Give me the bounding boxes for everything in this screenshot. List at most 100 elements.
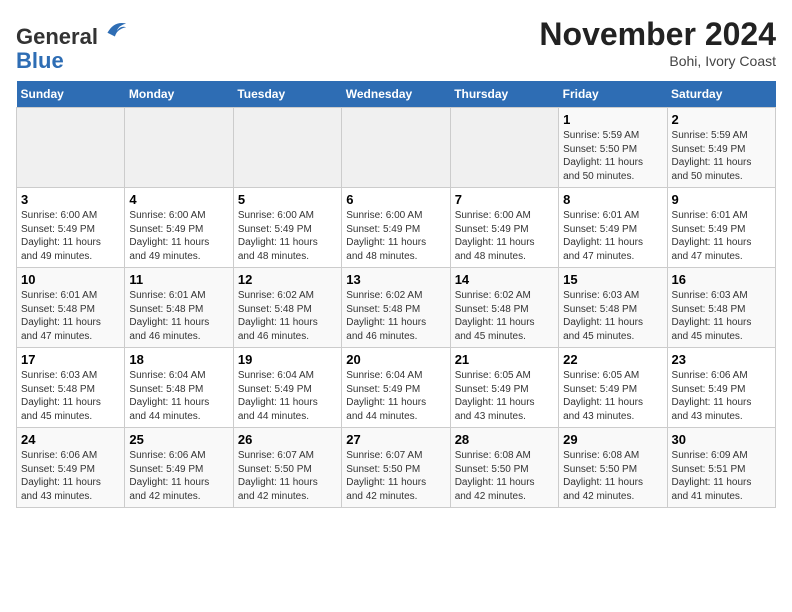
calendar-cell: 15Sunrise: 6:03 AM Sunset: 5:48 PM Dayli… bbox=[559, 268, 667, 348]
day-info: Sunrise: 6:00 AM Sunset: 5:49 PM Dayligh… bbox=[21, 209, 120, 263]
calendar-cell: 2 Sunrise: 5:59 AM Sunset: 5:49 PM Daylig… bbox=[667, 108, 775, 188]
calendar-cell: 6Sunrise: 6:00 AM Sunset: 5:49 PM Daylig… bbox=[342, 188, 450, 268]
day-info: Sunrise: 6:05 AM Sunset: 5:49 PM Dayligh… bbox=[563, 369, 662, 423]
day-info: Sunrise: 6:01 AM Sunset: 5:48 PM Dayligh… bbox=[129, 289, 228, 343]
day-number: 1 bbox=[563, 112, 662, 127]
day-number: 2 bbox=[672, 112, 771, 127]
calendar-cell: 9Sunrise: 6:01 AM Sunset: 5:49 PM Daylig… bbox=[667, 188, 775, 268]
day-info: Sunrise: 6:06 AM Sunset: 5:49 PM Dayligh… bbox=[672, 369, 771, 423]
day-info: Sunrise: 6:07 AM Sunset: 5:50 PM Dayligh… bbox=[238, 449, 337, 503]
calendar-cell: 18 Sunrise: 6:04 AM Sunset: 5:48 PM Dayli… bbox=[125, 348, 233, 428]
calendar-cell: 14 Sunrise: 6:02 AM Sunset: 5:48 PM Dayli… bbox=[450, 268, 558, 348]
day-info: Sunrise: 6:03 AM Sunset: 5:48 PM Dayligh… bbox=[563, 289, 662, 343]
day-number: 23 bbox=[672, 352, 771, 367]
day-info: Sunrise: 6:09 AM Sunset: 5:51 PM Dayligh… bbox=[672, 449, 771, 503]
calendar-cell bbox=[342, 108, 450, 188]
day-info: Sunrise: 6:06 AM Sunset: 5:49 PM Dayligh… bbox=[129, 449, 228, 503]
day-number: 7 bbox=[455, 192, 554, 207]
day-number: 14 bbox=[455, 272, 554, 287]
calendar-cell: 4 Sunrise: 6:00 AM Sunset: 5:49 PM Daylig… bbox=[125, 188, 233, 268]
day-number: 18 bbox=[129, 352, 228, 367]
day-number: 13 bbox=[346, 272, 445, 287]
calendar-cell: 12 Sunrise: 6:02 AM Sunset: 5:48 PM Dayli… bbox=[233, 268, 341, 348]
day-number: 17 bbox=[21, 352, 120, 367]
calendar-cell: 11 Sunrise: 6:01 AM Sunset: 5:48 PM Dayli… bbox=[125, 268, 233, 348]
day-info: Sunrise: 5:59 AM Sunset: 5:49 PM Dayligh… bbox=[672, 129, 771, 183]
weekday-header-saturday: Saturday bbox=[667, 81, 775, 108]
day-number: 8 bbox=[563, 192, 662, 207]
day-info: Sunrise: 6:04 AM Sunset: 5:48 PM Dayligh… bbox=[129, 369, 228, 423]
calendar-cell: 28 Sunrise: 6:08 AM Sunset: 5:50 PM Dayli… bbox=[450, 428, 558, 508]
day-number: 26 bbox=[238, 432, 337, 447]
day-number: 6 bbox=[346, 192, 445, 207]
day-info: Sunrise: 6:04 AM Sunset: 5:49 PM Dayligh… bbox=[346, 369, 445, 423]
weekday-header-sunday: Sunday bbox=[17, 81, 125, 108]
day-info: Sunrise: 6:02 AM Sunset: 5:48 PM Dayligh… bbox=[238, 289, 337, 343]
calendar-cell: 21 Sunrise: 6:05 AM Sunset: 5:49 PM Dayli… bbox=[450, 348, 558, 428]
page-header: General Blue November 2024 Bohi, Ivory C… bbox=[16, 16, 776, 73]
calendar-cell: 17Sunrise: 6:03 AM Sunset: 5:48 PM Dayli… bbox=[17, 348, 125, 428]
calendar-cell bbox=[17, 108, 125, 188]
calendar-cell: 5 Sunrise: 6:00 AM Sunset: 5:49 PM Daylig… bbox=[233, 188, 341, 268]
calendar-week-5: 24Sunrise: 6:06 AM Sunset: 5:49 PM Dayli… bbox=[17, 428, 776, 508]
calendar-cell: 1 Sunrise: 5:59 AM Sunset: 5:50 PM Daylig… bbox=[559, 108, 667, 188]
calendar-cell: 27Sunrise: 6:07 AM Sunset: 5:50 PM Dayli… bbox=[342, 428, 450, 508]
day-number: 10 bbox=[21, 272, 120, 287]
calendar-cell: 29 Sunrise: 6:08 AM Sunset: 5:50 PM Dayli… bbox=[559, 428, 667, 508]
day-number: 25 bbox=[129, 432, 228, 447]
calendar-week-4: 17Sunrise: 6:03 AM Sunset: 5:48 PM Dayli… bbox=[17, 348, 776, 428]
month-title: November 2024 bbox=[539, 16, 776, 53]
day-number: 12 bbox=[238, 272, 337, 287]
location: Bohi, Ivory Coast bbox=[539, 53, 776, 69]
day-info: Sunrise: 6:00 AM Sunset: 5:49 PM Dayligh… bbox=[129, 209, 228, 263]
day-info: Sunrise: 6:02 AM Sunset: 5:48 PM Dayligh… bbox=[455, 289, 554, 343]
day-info: Sunrise: 6:08 AM Sunset: 5:50 PM Dayligh… bbox=[455, 449, 554, 503]
day-number: 16 bbox=[672, 272, 771, 287]
day-info: Sunrise: 6:01 AM Sunset: 5:48 PM Dayligh… bbox=[21, 289, 120, 343]
calendar-cell: 7Sunrise: 6:00 AM Sunset: 5:49 PM Daylig… bbox=[450, 188, 558, 268]
day-info: Sunrise: 6:06 AM Sunset: 5:49 PM Dayligh… bbox=[21, 449, 120, 503]
calendar-body: 1 Sunrise: 5:59 AM Sunset: 5:50 PM Daylig… bbox=[17, 108, 776, 508]
weekday-header-thursday: Thursday bbox=[450, 81, 558, 108]
weekday-header-friday: Friday bbox=[559, 81, 667, 108]
day-info: Sunrise: 6:07 AM Sunset: 5:50 PM Dayligh… bbox=[346, 449, 445, 503]
calendar-cell: 13 Sunrise: 6:02 AM Sunset: 5:48 PM Dayli… bbox=[342, 268, 450, 348]
calendar-cell: 23 Sunrise: 6:06 AM Sunset: 5:49 PM Dayli… bbox=[667, 348, 775, 428]
weekday-header-monday: Monday bbox=[125, 81, 233, 108]
day-info: Sunrise: 5:59 AM Sunset: 5:50 PM Dayligh… bbox=[563, 129, 662, 183]
title-area: November 2024 Bohi, Ivory Coast bbox=[539, 16, 776, 69]
calendar-cell: 3 Sunrise: 6:00 AM Sunset: 5:49 PM Daylig… bbox=[17, 188, 125, 268]
day-info: Sunrise: 6:01 AM Sunset: 5:49 PM Dayligh… bbox=[563, 209, 662, 263]
calendar-cell: 22 Sunrise: 6:05 AM Sunset: 5:49 PM Dayli… bbox=[559, 348, 667, 428]
day-number: 4 bbox=[129, 192, 228, 207]
day-number: 11 bbox=[129, 272, 228, 287]
day-number: 3 bbox=[21, 192, 120, 207]
day-info: Sunrise: 6:04 AM Sunset: 5:49 PM Dayligh… bbox=[238, 369, 337, 423]
day-number: 22 bbox=[563, 352, 662, 367]
day-number: 5 bbox=[238, 192, 337, 207]
calendar-cell: 30Sunrise: 6:09 AM Sunset: 5:51 PM Dayli… bbox=[667, 428, 775, 508]
calendar-cell: 19Sunrise: 6:04 AM Sunset: 5:49 PM Dayli… bbox=[233, 348, 341, 428]
logo-blue: Blue bbox=[16, 48, 64, 73]
weekday-header-tuesday: Tuesday bbox=[233, 81, 341, 108]
calendar-cell bbox=[125, 108, 233, 188]
calendar-cell: 24Sunrise: 6:06 AM Sunset: 5:49 PM Dayli… bbox=[17, 428, 125, 508]
calendar-cell: 26 Sunrise: 6:07 AM Sunset: 5:50 PM Dayli… bbox=[233, 428, 341, 508]
calendar-week-3: 10 Sunrise: 6:01 AM Sunset: 5:48 PM Dayli… bbox=[17, 268, 776, 348]
day-number: 28 bbox=[455, 432, 554, 447]
day-info: Sunrise: 6:05 AM Sunset: 5:49 PM Dayligh… bbox=[455, 369, 554, 423]
day-info: Sunrise: 6:03 AM Sunset: 5:48 PM Dayligh… bbox=[672, 289, 771, 343]
calendar-week-1: 1 Sunrise: 5:59 AM Sunset: 5:50 PM Daylig… bbox=[17, 108, 776, 188]
day-info: Sunrise: 6:02 AM Sunset: 5:48 PM Dayligh… bbox=[346, 289, 445, 343]
day-info: Sunrise: 6:00 AM Sunset: 5:49 PM Dayligh… bbox=[238, 209, 337, 263]
calendar-cell: 25 Sunrise: 6:06 AM Sunset: 5:49 PM Dayli… bbox=[125, 428, 233, 508]
day-number: 29 bbox=[563, 432, 662, 447]
day-number: 21 bbox=[455, 352, 554, 367]
day-number: 20 bbox=[346, 352, 445, 367]
calendar-cell: 16 Sunrise: 6:03 AM Sunset: 5:48 PM Dayli… bbox=[667, 268, 775, 348]
day-info: Sunrise: 6:08 AM Sunset: 5:50 PM Dayligh… bbox=[563, 449, 662, 503]
calendar-cell: 10 Sunrise: 6:01 AM Sunset: 5:48 PM Dayli… bbox=[17, 268, 125, 348]
day-info: Sunrise: 6:01 AM Sunset: 5:49 PM Dayligh… bbox=[672, 209, 771, 263]
weekday-header-row: SundayMondayTuesdayWednesdayThursdayFrid… bbox=[17, 81, 776, 108]
logo-bird-icon bbox=[100, 16, 128, 44]
